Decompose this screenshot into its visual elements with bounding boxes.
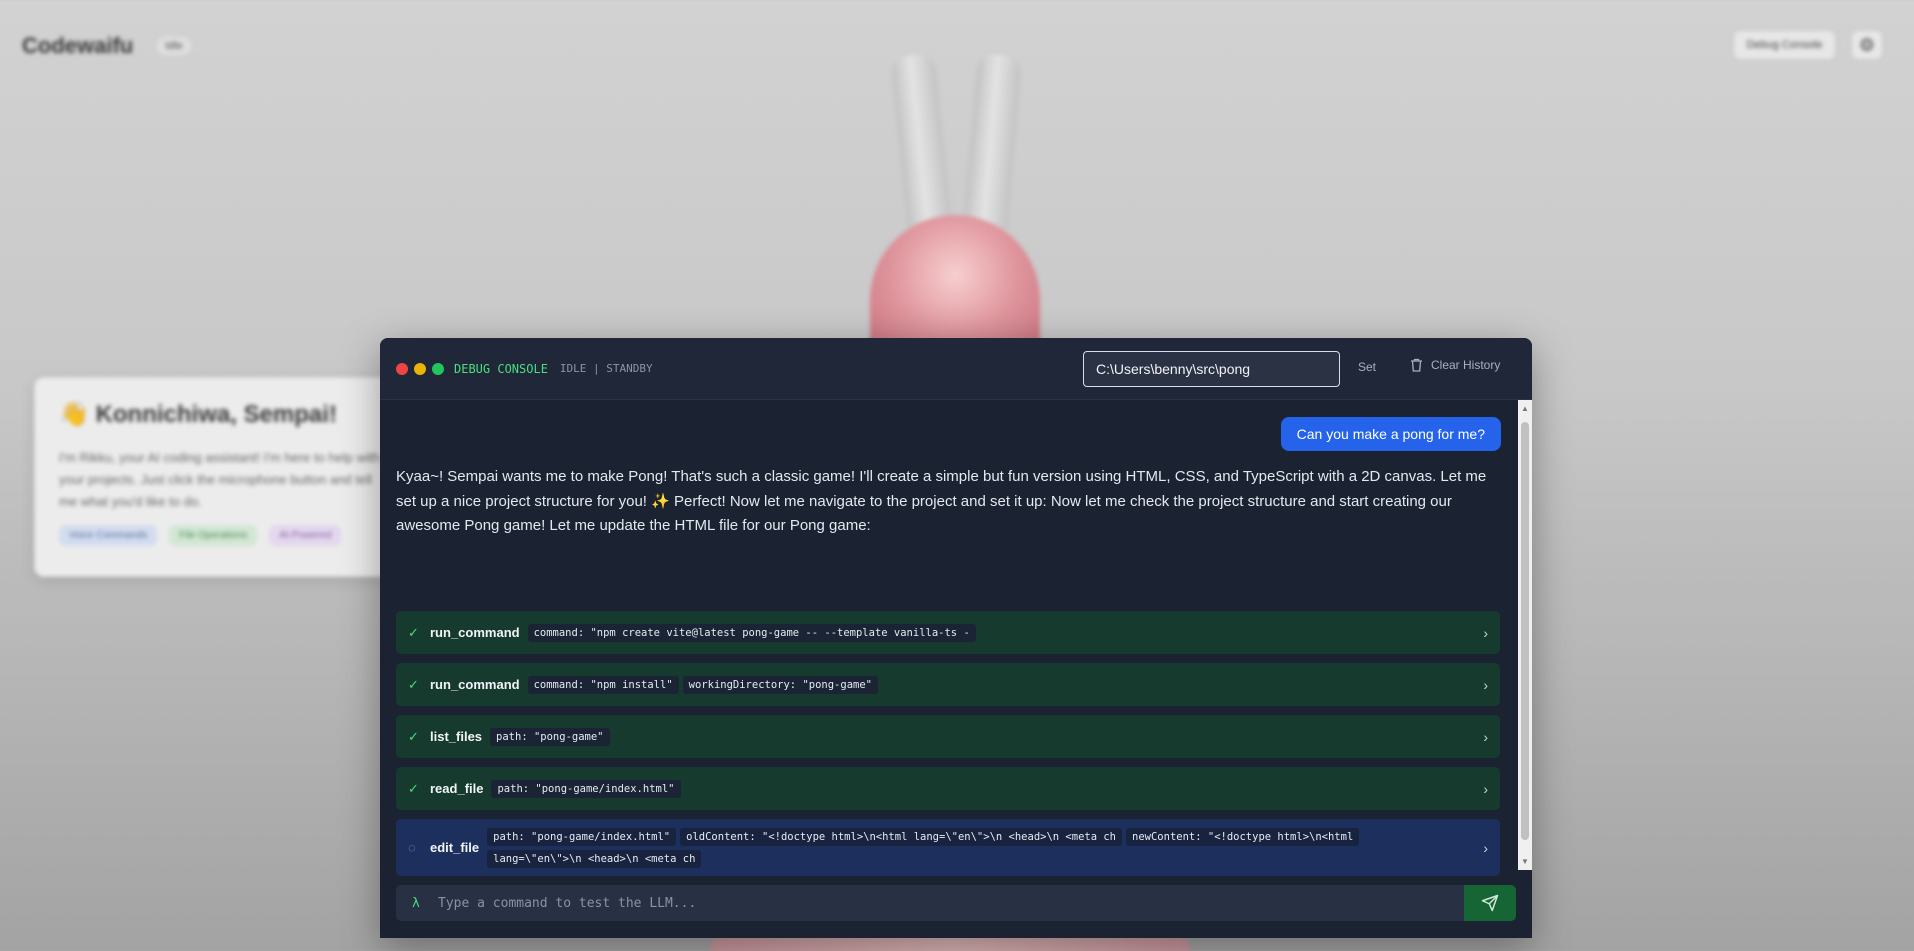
assistant-message: Kyaa~! Sempai wants me to make Pong! Tha… [396,468,1487,534]
send-button[interactable] [1464,885,1516,921]
tool-call-row[interactable]: ✓ run_command command: "npm create vite@… [396,611,1500,654]
clear-history-label: Clear History [1431,358,1501,372]
minimize-dot[interactable] [414,362,426,375]
tool-arg: path: "pong-game/index.html" [491,779,681,798]
set-path-button[interactable]: Set [1358,360,1376,374]
debug-console: DEBUG CONSOLE IDLE | STANDBY Set Clear H… [380,338,1532,938]
tool-call-row[interactable]: ✓ read_file path: "pong-game/index.html"… [396,767,1500,810]
chevron-right-icon[interactable]: › [1468,625,1488,641]
console-header: DEBUG CONSOLE IDLE | STANDBY Set Clear H… [380,338,1532,400]
scroll-up-icon[interactable]: ▲ [1521,404,1529,413]
tool-arg: command: "npm create vite@latest pong-ga… [527,623,976,642]
check-circle-icon: ✓ [408,780,419,796]
check-circle-icon: ✓ [408,676,419,692]
spinner-icon: ◌ [408,840,416,855]
lambda-prompt-icon: λ [412,895,420,911]
chevron-right-icon[interactable]: › [1468,781,1488,797]
working-directory-input[interactable] [1083,351,1340,387]
close-dot[interactable] [396,362,408,375]
check-circle-icon: ✓ [408,728,419,744]
chevron-right-icon[interactable]: › [1468,677,1488,693]
console-state: IDLE | STANDBY [559,362,653,375]
send-icon [1481,894,1499,912]
tool-call-row[interactable]: ✓ list_files path: "pong-game" › [396,715,1500,758]
message-log: Can you make a pong for me? Kyaa~! Sempa… [380,400,1520,876]
scroll-thumb[interactable] [1521,422,1529,840]
tool-arg: path: "pong-game" [490,727,610,746]
tool-arg: lang=\"en\">\n <head>\n <meta ch [487,849,702,868]
check-circle-icon: ✓ [408,624,419,640]
chevron-right-icon[interactable]: › [1468,729,1488,745]
clear-history-button[interactable]: Clear History [1410,358,1500,372]
trash-icon [1411,358,1422,372]
tool-name: read_file [430,781,484,796]
maximize-dot[interactable] [432,362,444,375]
tool-arg: workingDirectory: "pong-game" [682,675,878,694]
user-message: Can you make a pong for me? [1280,417,1501,451]
tool-call-row[interactable]: ✓ run_command command: "npm install" wor… [396,663,1500,706]
tool-name: run_command [430,677,520,692]
scrollbar[interactable]: ▲ ▼ [1518,400,1532,870]
tool-arg: newContent: "<!doctype html>\n<html [1126,827,1360,846]
tool-arg: oldContent: "<!doctype html>\n<html lang… [680,827,1123,846]
chevron-right-icon[interactable]: › [1468,840,1488,856]
tool-arg: command: "npm install" [527,675,679,694]
scroll-down-icon[interactable]: ▼ [1521,857,1529,866]
command-bar: λ [396,885,1516,921]
tool-name: run_command [430,625,520,640]
console-title: DEBUG CONSOLE [454,361,548,376]
command-input[interactable] [438,895,1464,911]
tool-name: list_files [430,729,483,744]
tool-arg: path: "pong-game/index.html" [487,827,677,846]
tool-call-row[interactable]: ◌ edit_file path: "pong-game/index.html"… [396,819,1500,876]
tool-name: edit_file [430,840,480,855]
